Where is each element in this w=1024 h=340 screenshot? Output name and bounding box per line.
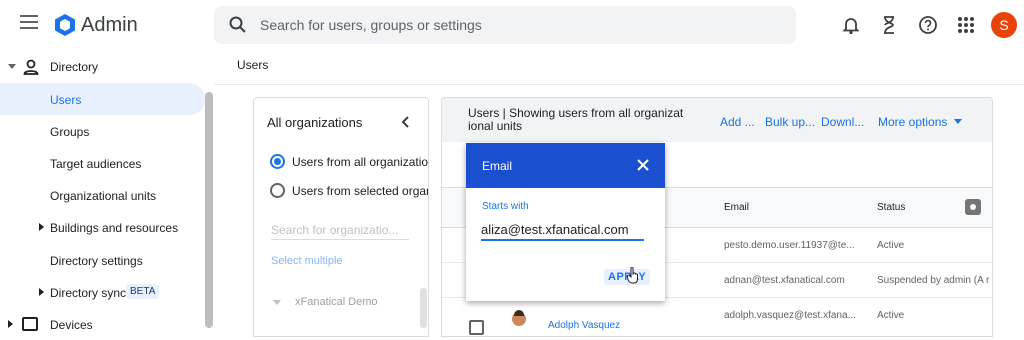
users-panel-header: Users | Showing users from all organizat… [442, 98, 992, 142]
search-icon [229, 16, 246, 33]
sidebar-item-label: Groups [50, 125, 90, 139]
bell-icon[interactable] [840, 14, 862, 36]
search-input[interactable] [260, 14, 760, 36]
sidebar-section-label: Directory [50, 60, 99, 74]
sidebar-item-target-audiences[interactable]: Target audiences [0, 147, 205, 179]
org-tree-root[interactable]: xFanatical Demo [295, 296, 378, 308]
users-panel-title: Users | Showing users from all organizat… [468, 106, 684, 133]
org-search-input[interactable] [271, 220, 409, 240]
select-multiple-link[interactable]: Select multiple [271, 255, 343, 267]
sidebar-item-label: Directory sync [50, 286, 127, 300]
add-user-button[interactable]: Add ... [720, 115, 755, 129]
user-email: adnan@test.xfanatical.com [724, 275, 845, 286]
sidebar-section-directory[interactable]: Directory [0, 56, 210, 78]
starts-with-label: Starts with [482, 201, 529, 212]
breadcrumb: Users [237, 58, 269, 72]
user-status: Active [877, 310, 905, 321]
column-header-email[interactable]: Email [724, 202, 749, 213]
user-status: Suspended by admin (A r [877, 275, 990, 286]
sidebar: Directory Users Groups Target audiences … [0, 50, 210, 332]
radio-selected-organizations[interactable] [270, 183, 285, 198]
hourglass-icon[interactable] [878, 14, 900, 36]
hand-cursor-icon [627, 267, 638, 284]
chevron-right-icon [8, 320, 13, 328]
avatar[interactable]: S [991, 12, 1017, 38]
sidebar-item-directory-sync[interactable]: Directory sync BETA [0, 276, 205, 308]
sidebar-item-buildings-and-resources[interactable]: Buildings and resources [0, 211, 205, 243]
user-status: Active [877, 240, 905, 251]
sidebar-item-label: Users [50, 93, 82, 107]
chevron-down-icon [8, 64, 16, 69]
column-header-status[interactable]: Status [877, 202, 905, 213]
radio-all-organizations[interactable] [270, 154, 285, 169]
beta-badge: BETA [126, 284, 160, 299]
sidebar-scrollbar[interactable] [205, 92, 213, 328]
chevron-down-icon[interactable] [273, 300, 281, 305]
download-button[interactable]: Downl... [821, 115, 864, 129]
help-icon[interactable] [917, 14, 939, 36]
more-options-button[interactable]: More options [878, 115, 947, 129]
gear-icon[interactable] [965, 199, 981, 215]
admin-logo-icon [55, 14, 75, 36]
user-email: pesto.demo.user.11937@te... [724, 240, 855, 251]
user-name-link[interactable]: Adolph Vasquez [548, 320, 620, 331]
close-icon[interactable] [636, 158, 650, 172]
person-icon [23, 59, 39, 75]
apps-grid-icon[interactable] [955, 14, 977, 36]
email-filter-input[interactable] [481, 219, 644, 241]
dialog-header: Email [466, 143, 665, 188]
sidebar-item-label: Organizational units [50, 189, 157, 203]
bulk-update-button[interactable]: Bulk up... [765, 115, 815, 129]
org-panel-scrollbar[interactable] [420, 288, 427, 328]
sidebar-item-label: Directory settings [50, 254, 143, 268]
sidebar-item-label: Target audiences [50, 157, 142, 171]
chevron-left-icon[interactable] [400, 115, 412, 129]
user-avatar [512, 310, 526, 326]
sidebar-item-organizational-units[interactable]: Organizational units [0, 179, 205, 211]
sidebar-item-label: Buildings and resources [50, 221, 179, 235]
menu-icon[interactable] [20, 15, 38, 29]
chevron-down-icon [954, 119, 962, 124]
chevron-right-icon [39, 288, 44, 296]
organizations-panel: All organizations Users from all organiz… [253, 97, 429, 337]
search-bar[interactable] [214, 6, 796, 44]
radio-selected-organizations-label: Users from selected organ [292, 184, 429, 198]
sidebar-item-directory-settings[interactable]: Directory settings [0, 244, 205, 276]
sidebar-item-groups[interactable]: Groups [0, 115, 205, 147]
sidebar-item-users[interactable]: Users [0, 83, 205, 115]
dialog-title: Email [482, 159, 513, 173]
app-title: Admin [81, 14, 138, 36]
radio-all-organizations-label: Users from all organization [292, 155, 429, 169]
chevron-right-icon [39, 223, 44, 231]
devices-icon [22, 317, 38, 331]
sidebar-item-label: Devices [50, 318, 93, 332]
user-email: adolph.vasquez@test.xfana... [724, 310, 856, 321]
divider [214, 84, 1024, 85]
top-bar: Admin S [0, 0, 1024, 50]
org-panel-title: All organizations [267, 115, 363, 130]
